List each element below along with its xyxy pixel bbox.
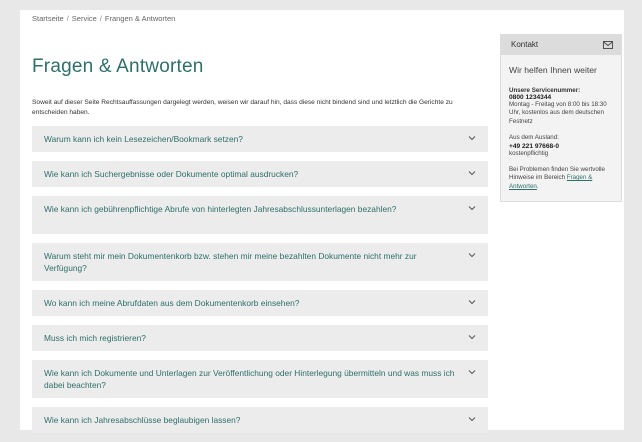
faq-question: Warum steht mir mein Dokumentenkorb bzw.… — [44, 251, 417, 273]
contact-body: Wir helfen Ihnen weiter Unsere Servicenu… — [501, 55, 621, 201]
faq-item-submit-documents[interactable]: Wie kann ich Dokumente und Unterlagen zu… — [32, 360, 488, 398]
faq-list: Warum kann ich kein Lesezeichen/Bookmark… — [32, 126, 488, 433]
abroad-note: kostenpflichtig — [509, 149, 549, 157]
chevron-down-icon — [468, 370, 476, 375]
faq-question: Muss ich mich registrieren? — [44, 333, 146, 343]
help-title: Wir helfen Ihnen weiter — [509, 65, 597, 75]
page-title: Fragen & Antworten — [32, 56, 204, 77]
faq-item-certify[interactable]: Wie kann ich Jahresabschlüsse beglaubige… — [32, 407, 488, 433]
breadcrumb: Startseite / Service / Frangen & Antworten — [32, 14, 175, 23]
mail-icon — [603, 41, 613, 49]
chevron-down-icon — [468, 335, 476, 340]
page-container: Startseite / Service / Frangen & Antworten F… — [20, 10, 624, 433]
faq-question: Wie kann ich Suchergebnisse oder Dokumen… — [44, 169, 299, 179]
contact-sidebar: Kontakt Wir helfen Ihnen weiter Unsere S… — [500, 34, 622, 203]
abroad-block: Aus dem Ausland: +49 221 97668-0 kostenp… — [509, 134, 613, 158]
faq-item-document-basket[interactable]: Warum steht mir mein Dokumentenkorb bzw.… — [32, 243, 488, 281]
service-block: Unsere Servicenummer: 0800 1234344 Monta… — [509, 87, 613, 126]
breadcrumb-home[interactable]: Startseite — [32, 14, 64, 23]
chevron-down-icon — [468, 253, 476, 258]
chevron-down-icon — [468, 417, 476, 422]
abroad-phone: +49 221 97668-0 — [509, 142, 560, 150]
breadcrumb-current: Frangen & Antworten — [104, 14, 176, 23]
chevron-down-icon — [468, 206, 476, 211]
faq-question: Warum kann ich kein Lesezeichen/Bookmark… — [44, 134, 243, 144]
breadcrumb-separator: / — [66, 14, 69, 23]
faq-item-retrieval-data[interactable]: Wo kann ich meine Abrufdaten aus dem Dok… — [32, 290, 488, 316]
contact-header-label: Kontakt — [511, 40, 539, 49]
intro-text: Soweit auf dieser Seite Rechtsauffassung… — [32, 99, 453, 116]
faq-item-register[interactable]: Muss ich mich registrieren? — [32, 325, 488, 351]
faq-question: Wie kann ich Dokumente und Unterlagen zu… — [44, 368, 455, 390]
faq-item-print[interactable]: Wie kann ich Suchergebnisse oder Dokumen… — [32, 161, 488, 187]
abroad-label: Aus dem Ausland: — [509, 134, 559, 142]
faq-item-payment[interactable]: Wie kann ich gebührenpflichtige Abrufe v… — [32, 196, 488, 234]
contact-header: Kontakt — [501, 35, 621, 55]
service-phone: 0800 1234344 — [509, 94, 552, 101]
service-label: Unsere Servicenummer: — [509, 87, 581, 94]
chevron-down-icon — [468, 136, 476, 141]
faq-question: Wie kann ich Jahresabschlüsse beglaubige… — [44, 415, 241, 425]
main-content: Fragen & Antworten Soweit auf dieser Sei… — [32, 34, 488, 442]
faq-question: Wo kann ich meine Abrufdaten aus dem Dok… — [44, 298, 300, 308]
service-hours: Montag - Freitag von 8:00 bis 18:30 Uhr,… — [509, 101, 607, 125]
breadcrumb-service[interactable]: Service — [72, 14, 97, 23]
chevron-down-icon — [468, 300, 476, 305]
problems-end: . — [536, 182, 539, 190]
breadcrumb-separator: / — [99, 14, 102, 23]
faq-item-bookmark[interactable]: Warum kann ich kein Lesezeichen/Bookmark… — [32, 126, 488, 152]
problems-text: Bei Problemen finden Sie wertvolle Hinwe… — [509, 166, 613, 191]
chevron-down-icon — [468, 171, 476, 176]
faq-question: Wie kann ich gebührenpflichtige Abrufe v… — [44, 204, 397, 214]
